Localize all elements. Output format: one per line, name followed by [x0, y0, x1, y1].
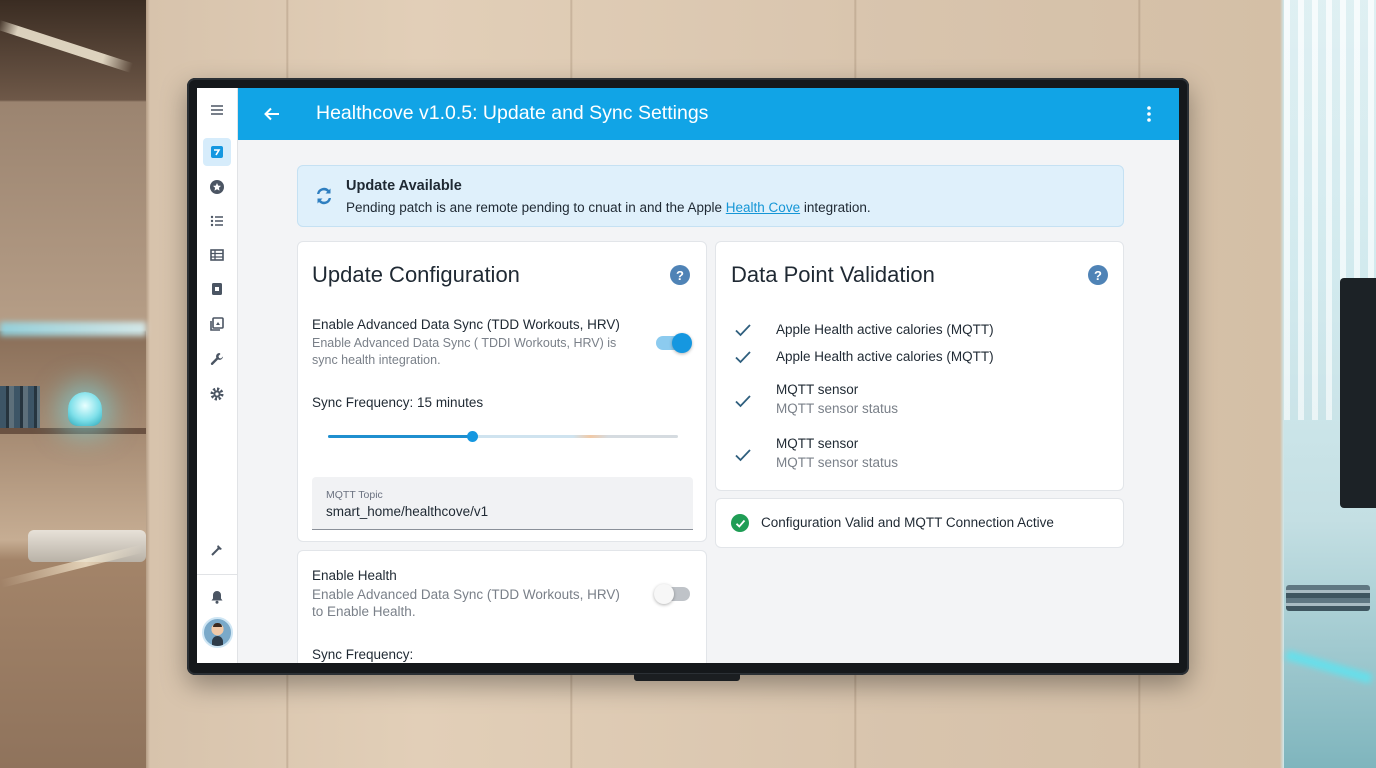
- list-icon: [210, 215, 223, 227]
- update-configuration-card: Update Configuration ? Enable Advanced D…: [297, 241, 707, 542]
- mqtt-topic-value[interactable]: smart_home/healthcove/v1: [326, 504, 488, 519]
- media-icon: [210, 317, 224, 331]
- gear-icon: [210, 387, 224, 401]
- bench-cushion: [28, 530, 146, 562]
- page-title: Healthcove v1.0.5: Update and Sync Setti…: [316, 102, 709, 124]
- dashboard-icon: [211, 146, 223, 158]
- banner-message: Pending patch is ane remote pending to c…: [346, 200, 871, 215]
- arrow-left-icon: [264, 107, 279, 121]
- room-right-window: [1284, 0, 1376, 768]
- sidebar-divider: [197, 574, 238, 575]
- sidebar-item-notifications[interactable]: [203, 583, 231, 611]
- check-icon: [735, 351, 751, 364]
- menu-icon[interactable]: [203, 96, 231, 124]
- sidebar: [197, 88, 238, 663]
- advanced-sync-label: Enable Advanced Data Sync (TDD Workouts,…: [312, 317, 620, 332]
- sidebar-item-developer[interactable]: [203, 536, 231, 564]
- sidebar-item-tools[interactable]: [203, 345, 231, 373]
- slider-fill: [328, 435, 472, 438]
- stacked-books: [1286, 585, 1370, 611]
- sync-frequency-slider[interactable]: [328, 430, 678, 444]
- help-icon[interactable]: ?: [1088, 265, 1108, 285]
- validation-item-title: Apple Health active calories (MQTT): [776, 349, 994, 364]
- slider-thumb[interactable]: [467, 431, 478, 442]
- success-check-icon: [731, 514, 749, 532]
- validation-item-title: Apple Health active calories (MQTT): [776, 322, 994, 337]
- connection-status-card: Configuration Valid and MQTT Connection …: [715, 498, 1124, 548]
- wall-shelf: [0, 428, 146, 434]
- health-cove-link[interactable]: Health Cove: [726, 200, 800, 215]
- health-sync-frequency-label: Sync Frequency:: [312, 647, 414, 662]
- sidebar-item-settings[interactable]: [203, 380, 231, 408]
- toggle-knob: [672, 333, 692, 353]
- validation-item: Apple Health active calories (MQTT): [716, 320, 1116, 340]
- validation-item: MQTT sensor MQTT sensor status: [716, 436, 1116, 474]
- mqtt-topic-field[interactable]: MQTT Topic smart_home/healthcove/v1: [312, 477, 693, 530]
- main-content: Update Available Pending patch is ane re…: [238, 140, 1179, 663]
- enable-health-toggle[interactable]: [654, 584, 690, 604]
- update-configuration-title: Update Configuration: [312, 262, 520, 287]
- enable-health-label: Enable Health: [312, 568, 397, 583]
- banner-text-start: Pending patch is ane remote pending to c…: [346, 200, 726, 215]
- check-icon: [735, 395, 751, 408]
- hammer-icon: [211, 545, 222, 556]
- help-icon[interactable]: ?: [670, 265, 690, 285]
- validation-item: MQTT sensor MQTT sensor status: [716, 382, 1116, 420]
- connection-status-text: Configuration Valid and MQTT Connection …: [761, 515, 1054, 530]
- avatar[interactable]: [202, 617, 233, 648]
- sheer-curtain: [1284, 0, 1376, 420]
- ceiling-light-strip: [0, 20, 139, 75]
- app-header: Healthcove v1.0.5: Update and Sync Setti…: [238, 88, 1179, 140]
- shelf-books: [0, 386, 40, 428]
- mqtt-topic-label: MQTT Topic: [326, 489, 383, 501]
- advanced-sync-description: Enable Advanced Data Sync ( TDDI Workout…: [312, 336, 617, 367]
- sidebar-item-dashboard[interactable]: [203, 138, 231, 166]
- toggle-knob: [654, 584, 674, 604]
- validation-item-subtitle: MQTT sensor status: [776, 455, 899, 470]
- more-vertical-icon: [1147, 106, 1151, 122]
- back-button[interactable]: [260, 102, 284, 126]
- sync-frequency-label: Sync Frequency: 15 minutes: [312, 395, 484, 410]
- room-left-wall: [0, 0, 146, 768]
- floor-led-glow: [1285, 650, 1373, 684]
- sidebar-item-table[interactable]: [203, 241, 231, 269]
- data-validation-title: Data Point Validation: [731, 262, 935, 287]
- bell-icon: [211, 591, 223, 604]
- validation-item-title: MQTT sensor: [776, 436, 859, 451]
- validation-item-title: MQTT sensor: [776, 382, 859, 397]
- sidebar-item-favorites[interactable]: [203, 173, 231, 201]
- sync-icon: [317, 187, 331, 205]
- banner-title: Update Available: [346, 178, 462, 194]
- floor-light-reflection: [0, 544, 144, 588]
- validation-item-subtitle: MQTT sensor status: [776, 401, 899, 416]
- app-screen: Healthcove v1.0.5: Update and Sync Setti…: [197, 88, 1179, 663]
- table-lamp: [68, 392, 102, 426]
- banner-text-end: integration.: [800, 200, 871, 215]
- update-banner: Update Available Pending patch is ane re…: [297, 165, 1124, 227]
- validation-item: Apple Health active calories (MQTT): [716, 347, 1116, 367]
- wrench-icon: [210, 353, 223, 365]
- table-icon: [210, 249, 224, 261]
- check-icon: [735, 324, 751, 337]
- data-validation-card: Data Point Validation ? Apple Health act…: [715, 241, 1124, 491]
- sidebar-item-media[interactable]: [203, 310, 231, 338]
- advanced-sync-toggle[interactable]: [656, 333, 692, 353]
- sidebar-item-devices[interactable]: [203, 275, 231, 303]
- monitor-mount: [634, 674, 740, 681]
- overflow-menu-button[interactable]: [1137, 102, 1161, 126]
- enable-health-card: Enable Health Enable Advanced Data Sync …: [297, 550, 707, 663]
- background-tv: [1340, 278, 1376, 508]
- sidebar-item-list[interactable]: [203, 207, 231, 235]
- device-icon: [212, 283, 222, 295]
- enable-health-description: Enable Advanced Data Sync (TDD Workouts,…: [312, 587, 620, 619]
- check-icon: [735, 449, 751, 462]
- star-badge-icon: [210, 180, 224, 194]
- shelf-led-glow: [0, 322, 146, 336]
